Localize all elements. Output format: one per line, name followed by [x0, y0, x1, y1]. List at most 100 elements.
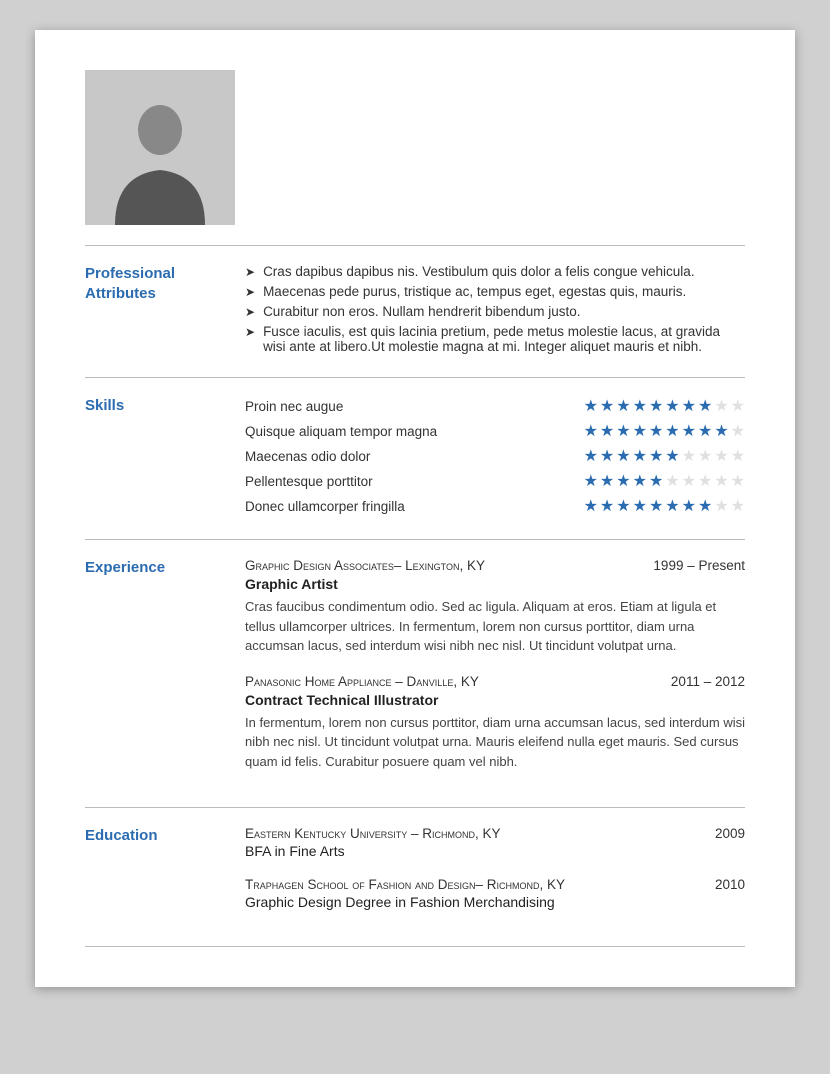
edu-entry: Traphagen School of Fashion and Design– … [245, 877, 745, 910]
filled-star: ★ [633, 396, 647, 416]
professional-content: Cras dapibus dapibus nis. Vestibulum qui… [245, 264, 745, 359]
attr-list: Cras dapibus dapibus nis. Vestibulum qui… [245, 264, 745, 354]
exp-header: Panasonic Home Appliance – Danville, KY 2… [245, 674, 745, 689]
experience-label: Experience [85, 558, 245, 789]
filled-star: ★ [616, 496, 630, 516]
skill-row: Proin nec augue★★★★★★★★★★ [245, 396, 745, 416]
filled-star: ★ [633, 496, 647, 516]
filled-star: ★ [698, 496, 712, 516]
empty-star: ★ [731, 396, 745, 416]
edu-degree: Graphic Design Degree in Fashion Merchan… [245, 894, 745, 910]
skill-stars: ★★★★★★★★★★ [584, 396, 745, 416]
resume-document: ProfessionalAttributes Cras dapibus dapi… [35, 30, 795, 987]
exp-entry: Graphic Design Associates– Lexington, KY… [245, 558, 745, 656]
filled-star: ★ [584, 446, 598, 466]
filled-star: ★ [698, 396, 712, 416]
list-item: Maecenas pede purus, tristique ac, tempu… [245, 284, 745, 299]
empty-star: ★ [665, 471, 679, 491]
education-label: Education [85, 826, 245, 928]
experience-section: Experience Graphic Design Associates– Le… [85, 539, 745, 807]
skill-stars: ★★★★★★★★★★ [584, 496, 745, 516]
empty-star: ★ [698, 471, 712, 491]
empty-star: ★ [682, 446, 696, 466]
filled-star: ★ [649, 496, 663, 516]
skill-name: Donec ullamcorper fringilla [245, 499, 584, 514]
filled-star: ★ [665, 446, 679, 466]
empty-star: ★ [731, 471, 745, 491]
edu-degree: BFA in Fine Arts [245, 843, 745, 859]
empty-star: ★ [731, 496, 745, 516]
filled-star: ★ [616, 421, 630, 441]
filled-star: ★ [584, 471, 598, 491]
skill-name: Maecenas odio dolor [245, 449, 584, 464]
skill-row: Pellentesque porttitor★★★★★★★★★★ [245, 471, 745, 491]
filled-star: ★ [682, 496, 696, 516]
filled-star: ★ [600, 446, 614, 466]
filled-star: ★ [698, 421, 712, 441]
skill-row: Donec ullamcorper fringilla★★★★★★★★★★ [245, 496, 745, 516]
empty-star: ★ [714, 496, 728, 516]
exp-company: Graphic Design Associates– Lexington, KY [245, 558, 485, 573]
filled-star: ★ [584, 396, 598, 416]
filled-star: ★ [649, 421, 663, 441]
filled-star: ★ [649, 446, 663, 466]
filled-star: ★ [584, 421, 598, 441]
filled-star: ★ [616, 471, 630, 491]
skill-stars: ★★★★★★★★★★ [584, 471, 745, 491]
edu-entry: Eastern Kentucky University – Richmond, … [245, 826, 745, 859]
list-item: Fusce iaculis, est quis lacinia pretium,… [245, 324, 745, 354]
filled-star: ★ [600, 396, 614, 416]
skills-label: Skills [85, 396, 245, 521]
filled-star: ★ [649, 471, 663, 491]
empty-star: ★ [714, 446, 728, 466]
exp-desc: In fermentum, lorem non cursus porttitor… [245, 713, 745, 772]
avatar [85, 70, 235, 225]
skill-stars: ★★★★★★★★★★ [584, 446, 745, 466]
empty-star: ★ [682, 471, 696, 491]
edu-school: Eastern Kentucky University – Richmond, … [245, 826, 501, 841]
list-item: Cras dapibus dapibus nis. Vestibulum qui… [245, 264, 745, 279]
list-item: Curabitur non eros. Nullam hendrerit bib… [245, 304, 745, 319]
filled-star: ★ [682, 396, 696, 416]
filled-star: ★ [600, 421, 614, 441]
skill-name: Proin nec augue [245, 399, 584, 414]
filled-star: ★ [665, 496, 679, 516]
filled-star: ★ [616, 446, 630, 466]
experience-content: Graphic Design Associates– Lexington, KY… [245, 558, 745, 789]
education-content: Eastern Kentucky University – Richmond, … [245, 826, 745, 928]
header-info [265, 70, 745, 90]
exp-title: Contract Technical Illustrator [245, 692, 745, 708]
empty-star: ★ [731, 421, 745, 441]
skill-name: Pellentesque porttitor [245, 474, 584, 489]
professional-label: ProfessionalAttributes [85, 264, 245, 359]
skill-row: Quisque aliquam tempor magna★★★★★★★★★★ [245, 421, 745, 441]
exp-title: Graphic Artist [245, 576, 745, 592]
filled-star: ★ [633, 471, 647, 491]
filled-star: ★ [714, 421, 728, 441]
filled-star: ★ [584, 496, 598, 516]
skills-content: Proin nec augue★★★★★★★★★★Quisque aliquam… [245, 396, 745, 521]
edu-year: 2009 [715, 826, 745, 841]
filled-star: ★ [633, 421, 647, 441]
exp-desc: Cras faucibus condimentum odio. Sed ac l… [245, 597, 745, 656]
professional-section: ProfessionalAttributes Cras dapibus dapi… [85, 245, 745, 377]
skill-stars: ★★★★★★★★★★ [584, 421, 745, 441]
filled-star: ★ [665, 396, 679, 416]
filled-star: ★ [633, 446, 647, 466]
edu-header: Eastern Kentucky University – Richmond, … [245, 826, 745, 841]
filled-star: ★ [600, 471, 614, 491]
edu-header: Traphagen School of Fashion and Design– … [245, 877, 745, 892]
edu-school: Traphagen School of Fashion and Design– … [245, 877, 565, 892]
empty-star: ★ [714, 471, 728, 491]
filled-star: ★ [616, 396, 630, 416]
skill-row: Maecenas odio dolor★★★★★★★★★★ [245, 446, 745, 466]
education-section: Education Eastern Kentucky University – … [85, 807, 745, 947]
empty-star: ★ [698, 446, 712, 466]
exp-dates: 1999 – Present [653, 558, 745, 573]
skill-name: Quisque aliquam tempor magna [245, 424, 584, 439]
exp-header: Graphic Design Associates– Lexington, KY… [245, 558, 745, 573]
exp-company: Panasonic Home Appliance – Danville, KY [245, 674, 479, 689]
header-section [85, 70, 745, 225]
empty-star: ★ [731, 446, 745, 466]
exp-dates: 2011 – 2012 [671, 674, 745, 689]
